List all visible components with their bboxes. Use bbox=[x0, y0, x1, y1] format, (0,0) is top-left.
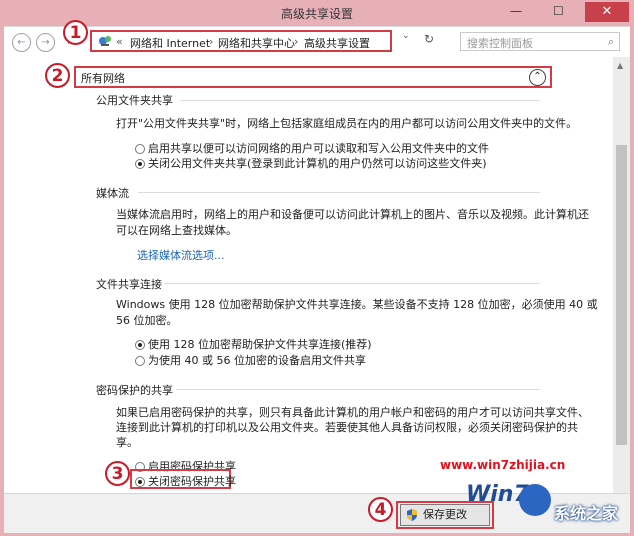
password-description-line3: 享。 bbox=[116, 436, 138, 449]
file-sharing-option-40-56bit[interactable]: 为使用 40 或 56 位加密的设备启用文件共享 bbox=[135, 352, 366, 368]
search-icon[interactable]: ⌕ bbox=[608, 35, 614, 49]
address-dropdown-icon[interactable]: ⌄ bbox=[402, 31, 410, 41]
password-option-disable[interactable]: 关闭密码保护共享 bbox=[135, 473, 236, 489]
title-bar: 高级共享设置 — ☐ ✕ bbox=[0, 0, 634, 26]
file-sharing-heading: 文件共享连接 bbox=[96, 278, 162, 291]
uac-shield-icon bbox=[407, 509, 417, 521]
step-marker-4: 4 bbox=[368, 497, 393, 522]
media-heading: 媒体流 bbox=[96, 187, 129, 200]
password-heading: 密码保护的共享 bbox=[96, 384, 173, 397]
back-button[interactable]: ← bbox=[12, 33, 31, 52]
minimize-button[interactable]: — bbox=[510, 4, 522, 18]
divider bbox=[180, 100, 540, 101]
all-networks-title: 所有网络 bbox=[81, 72, 125, 85]
refresh-icon[interactable]: ↻ bbox=[424, 32, 434, 46]
file-sharing-description-line1: Windows 使用 128 位加密帮助保护文件共享连接。某些设备不支持 128… bbox=[116, 298, 598, 311]
radio-button-selected[interactable] bbox=[135, 477, 145, 487]
media-description-line2: 可以在网络上查找媒体。 bbox=[116, 224, 237, 237]
public-folder-heading: 公用文件夹共享 bbox=[96, 94, 173, 107]
breadcrumb-advanced-sharing[interactable]: 高级共享设置 bbox=[304, 35, 370, 51]
step-marker-2: 2 bbox=[45, 63, 70, 88]
watermark-site-name: 系统之家 bbox=[554, 504, 619, 523]
public-folder-description: 打开"公用文件夹共享"时，网络上包括家庭组成员在内的用户都可以访问公用文件夹中的… bbox=[116, 117, 578, 130]
file-sharing-description-line2: 56 位加密。 bbox=[116, 314, 178, 327]
file-sharing-option-128bit[interactable]: 使用 128 位加密帮助保护文件共享连接(推荐) bbox=[135, 336, 372, 352]
search-placeholder: 搜索控制面板 bbox=[467, 37, 533, 50]
breadcrumb-prefix: « bbox=[116, 35, 123, 48]
radio-button[interactable] bbox=[135, 356, 145, 366]
scrollbar-thumb[interactable] bbox=[616, 145, 627, 445]
divider bbox=[138, 192, 540, 193]
breadcrumb-separator: › bbox=[209, 35, 214, 48]
divider bbox=[176, 389, 540, 390]
save-changes-button[interactable]: 保存更改 bbox=[400, 504, 490, 526]
search-input[interactable]: 搜索控制面板 ⌕ bbox=[460, 32, 620, 51]
public-folder-option-enable[interactable]: 启用共享以便可以访问网络的用户可以读取和写入公用文件夹中的文件 bbox=[135, 140, 489, 156]
public-folder-option-disable[interactable]: 关闭公用文件夹共享(登录到此计算机的用户仍然可以访问这些文件夹) bbox=[135, 155, 487, 171]
forward-button[interactable]: → bbox=[36, 33, 55, 52]
navigation-bar: ← → ↑ « 网络和 Internet › 网络和共享中心 › 高级共享设置 … bbox=[4, 26, 630, 57]
breadcrumb-network-internet[interactable]: 网络和 Internet bbox=[130, 35, 210, 51]
divider bbox=[164, 283, 540, 284]
radio-button[interactable] bbox=[135, 144, 145, 154]
breadcrumb-separator: › bbox=[294, 35, 299, 48]
password-description-line2: 连接到此计算机的打印机以及公用文件夹。若要使其他人具备访问权限，必须关闭密码保护… bbox=[116, 421, 578, 434]
watermark-url: www.win7zhijia.cn bbox=[440, 458, 566, 472]
step-marker-1: 1 bbox=[63, 20, 88, 45]
save-changes-label: 保存更改 bbox=[423, 508, 467, 521]
media-streaming-options-link[interactable]: 选择媒体流选项... bbox=[137, 247, 225, 263]
scroll-up-icon[interactable]: ▲ bbox=[617, 61, 623, 70]
window-title: 高级共享设置 bbox=[280, 7, 353, 21]
collapse-icon[interactable]: ⌃ bbox=[529, 69, 546, 86]
watermark-logo bbox=[519, 484, 551, 516]
vertical-scrollbar[interactable]: ▲ bbox=[613, 57, 630, 493]
breadcrumb-network-sharing-center[interactable]: 网络和共享中心 bbox=[218, 35, 295, 51]
close-button[interactable]: ✕ bbox=[585, 2, 629, 22]
network-icon bbox=[99, 36, 111, 46]
settings-content: 所有网络 ⌃ 公用文件夹共享 打开"公用文件夹共享"时，网络上包括家庭组成员在内… bbox=[4, 57, 613, 493]
media-description-line1: 当媒体流启用时，网络上的用户和设备便可以访问此计算机上的图片、音乐以及视频。此计… bbox=[116, 208, 589, 221]
all-networks-section-header[interactable]: 所有网络 ⌃ bbox=[74, 66, 552, 88]
radio-button-selected[interactable] bbox=[135, 159, 145, 169]
step-marker-3: 3 bbox=[105, 461, 130, 486]
radio-button-selected[interactable] bbox=[135, 340, 145, 350]
window: 高级共享设置 — ☐ ✕ ← → ↑ « 网络和 Internet › 网络和共… bbox=[0, 0, 634, 536]
address-bar[interactable]: « 网络和 Internet › 网络和共享中心 › 高级共享设置 bbox=[90, 30, 392, 52]
maximize-button[interactable]: ☐ bbox=[553, 4, 564, 18]
